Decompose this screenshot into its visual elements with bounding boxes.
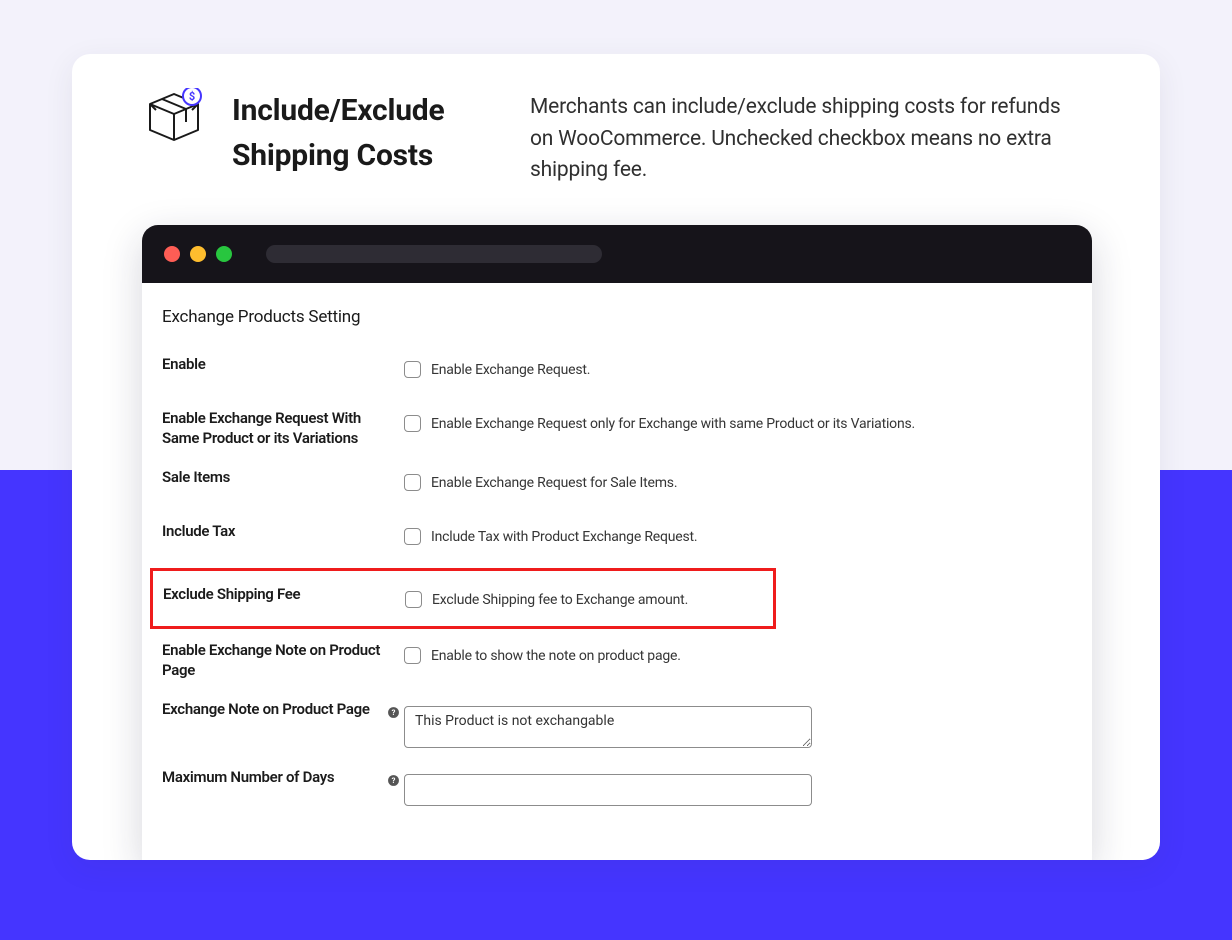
- row-include-tax: Include Tax Include Tax with Product Exc…: [162, 516, 1072, 570]
- field-sale-items: Enable Exchange Request for Sale Items.: [404, 468, 1072, 491]
- desc-same-product: Enable Exchange Request only for Exchang…: [431, 416, 915, 432]
- field-exclude-shipping: Exclude Shipping fee to Exchange amount.: [405, 585, 763, 608]
- help-spacer: [382, 355, 404, 361]
- row-same-product: Enable Exchange Request With Same Produc…: [162, 403, 1072, 462]
- panel-title: Exchange Products Setting: [162, 307, 1072, 327]
- help-spacer: [382, 641, 404, 647]
- label-note-text: Exchange Note on Product Page: [162, 700, 382, 720]
- field-same-product: Enable Exchange Request only for Exchang…: [404, 409, 1072, 432]
- checkbox-enable[interactable]: [404, 361, 421, 378]
- help-note-text[interactable]: ?: [382, 700, 404, 719]
- maximize-icon[interactable]: [216, 246, 232, 262]
- help-max-days[interactable]: ?: [382, 768, 404, 787]
- desc-include-tax: Include Tax with Product Exchange Reques…: [431, 529, 697, 545]
- row-note-text: Exchange Note on Product Page ?: [162, 694, 1072, 762]
- help-spacer: [382, 522, 404, 528]
- field-note-text: [404, 700, 1072, 748]
- checkbox-exclude-shipping[interactable]: [405, 591, 422, 608]
- card-header: $ Include/Exclude Shipping Costs Merchan…: [72, 54, 1160, 187]
- input-max-days[interactable]: [404, 774, 812, 806]
- card-title-wrap: Include/Exclude Shipping Costs: [232, 88, 502, 187]
- feature-card: $ Include/Exclude Shipping Costs Merchan…: [72, 54, 1160, 860]
- label-same-product: Enable Exchange Request With Same Produc…: [162, 409, 382, 448]
- checkbox-include-tax[interactable]: [404, 528, 421, 545]
- settings-panel: Exchange Products Setting Enable Enable …: [142, 283, 1092, 820]
- window-controls: [164, 246, 232, 262]
- row-sale-items: Sale Items Enable Exchange Request for S…: [162, 462, 1072, 516]
- desc-enable: Enable Exchange Request.: [431, 362, 590, 378]
- checkbox-note-enable[interactable]: [404, 647, 421, 664]
- field-note-enable: Enable to show the note on product page.: [404, 641, 1072, 664]
- help-spacer: [383, 585, 405, 591]
- label-include-tax: Include Tax: [162, 522, 382, 542]
- svg-text:?: ?: [391, 776, 395, 785]
- label-note-enable: Enable Exchange Note on Product Page: [162, 641, 382, 680]
- browser-window: Exchange Products Setting Enable Enable …: [142, 225, 1092, 860]
- url-bar[interactable]: [266, 245, 602, 263]
- help-spacer: [382, 409, 404, 415]
- label-enable: Enable: [162, 355, 382, 375]
- help-spacer: [382, 468, 404, 474]
- shipping-box-icon: $: [144, 88, 204, 144]
- desc-note-enable: Enable to show the note on product page.: [431, 648, 681, 664]
- textarea-note-text[interactable]: [404, 706, 812, 748]
- close-icon[interactable]: [164, 246, 180, 262]
- field-max-days: [404, 768, 1072, 806]
- field-include-tax: Include Tax with Product Exchange Reques…: [404, 522, 1072, 545]
- checkbox-same-product[interactable]: [404, 415, 421, 432]
- minimize-icon[interactable]: [190, 246, 206, 262]
- desc-exclude-shipping: Exclude Shipping fee to Exchange amount.: [432, 592, 688, 608]
- card-title: Include/Exclude Shipping Costs: [232, 88, 502, 178]
- row-enable: Enable Enable Exchange Request.: [162, 349, 1072, 403]
- label-sale-items: Sale Items: [162, 468, 382, 488]
- checkbox-sale-items[interactable]: [404, 474, 421, 491]
- card-description: Merchants can include/exclude shipping c…: [530, 88, 1088, 187]
- label-exclude-shipping: Exclude Shipping Fee: [163, 585, 383, 605]
- svg-text:?: ?: [391, 708, 395, 717]
- svg-text:$: $: [189, 90, 195, 103]
- label-max-days: Maximum Number of Days: [162, 768, 382, 788]
- window-titlebar: [142, 225, 1092, 283]
- row-note-enable: Enable Exchange Note on Product Page Ena…: [162, 635, 1072, 694]
- row-exclude-shipping: Exclude Shipping Fee Exclude Shipping fe…: [150, 568, 776, 629]
- field-enable: Enable Exchange Request.: [404, 355, 1072, 378]
- row-max-days: Maximum Number of Days ?: [162, 762, 1072, 820]
- desc-sale-items: Enable Exchange Request for Sale Items.: [431, 475, 677, 491]
